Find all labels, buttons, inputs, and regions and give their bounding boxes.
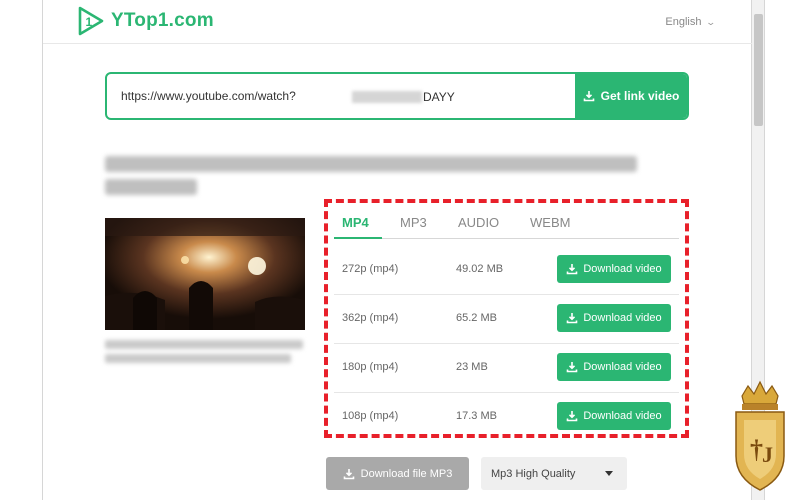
site-name: YTop1.com	[111, 10, 214, 31]
crown-badge-icon: † J	[735, 380, 785, 491]
format-size: 17.3 MB	[456, 410, 497, 422]
tab-webm[interactable]: WEBM	[530, 215, 570, 230]
concert-hall-thumbnail	[105, 218, 305, 330]
download-video-label: Download video	[583, 263, 662, 275]
format-quality: 362p (mp4)	[342, 312, 399, 324]
format-size: 23 MB	[456, 361, 488, 373]
url-input[interactable]	[107, 74, 575, 118]
site-logo[interactable]: 1 YTop1.com	[77, 6, 214, 36]
url-redacted-blur	[352, 91, 422, 103]
download-video-button[interactable]: Download video	[557, 353, 671, 381]
format-quality: 180p (mp4)	[342, 361, 399, 373]
download-icon	[567, 362, 578, 373]
browser-page: 1 YTop1.com English ⌄ DAYY Get link vide…	[42, 0, 753, 500]
caret-down-icon	[605, 471, 613, 476]
active-tab-indicator	[334, 237, 382, 239]
video-title-blurred-line2	[105, 179, 197, 195]
format-size: 65.2 MB	[456, 312, 497, 324]
mp3-quality-select[interactable]: Mp3 High Quality	[481, 457, 627, 490]
download-mp3-label: Download file MP3	[360, 467, 453, 480]
download-video-label: Download video	[583, 361, 662, 373]
scrollbar-thumb[interactable]	[754, 14, 763, 126]
download-icon	[583, 91, 594, 102]
tab-mp3[interactable]: MP3	[400, 215, 427, 230]
download-video-button[interactable]: Download video	[557, 304, 671, 332]
format-row: 108p (mp4) 17.3 MB Download video	[334, 393, 679, 442]
download-video-label: Download video	[583, 312, 662, 324]
format-quality: 108p (mp4)	[342, 410, 399, 422]
get-link-button[interactable]: Get link video	[575, 74, 687, 118]
tab-audio[interactable]: AUDIO	[458, 215, 499, 230]
url-search-bar: DAYY Get link video	[105, 72, 689, 120]
site-header: 1 YTop1.com English ⌄	[43, 0, 753, 44]
tab-mp4[interactable]: MP4	[342, 215, 369, 230]
video-description-blurred	[105, 340, 303, 349]
video-description-blurred-line2	[105, 354, 291, 363]
video-thumbnail[interactable]	[105, 218, 305, 330]
svg-text:J: J	[762, 442, 773, 467]
download-mp3-button[interactable]: Download file MP3	[326, 457, 469, 490]
play-logo-icon: 1	[78, 6, 104, 36]
format-row: 272p (mp4) 49.02 MB Download video	[334, 246, 679, 295]
get-link-label: Get link video	[600, 89, 680, 103]
download-icon	[567, 411, 578, 422]
chevron-down-icon: ⌄	[705, 16, 717, 27]
language-label: English	[665, 16, 702, 28]
video-title-blurred	[105, 156, 637, 172]
download-video-label: Download video	[583, 410, 662, 422]
format-row: 362p (mp4) 65.2 MB Download video	[334, 295, 679, 344]
download-video-button[interactable]: Download video	[557, 255, 671, 283]
svg-text:1: 1	[86, 15, 93, 29]
mp3-quality-value: Mp3 High Quality	[491, 467, 576, 480]
format-row: 180p (mp4) 23 MB Download video	[334, 344, 679, 393]
format-size: 49.02 MB	[456, 263, 504, 275]
format-tabs: MP4 MP3 AUDIO WEBM	[334, 210, 679, 239]
download-icon	[567, 313, 578, 324]
download-icon	[343, 468, 354, 479]
language-selector[interactable]: English ⌄	[665, 16, 717, 28]
url-suffix: DAYY	[423, 90, 455, 104]
download-video-button[interactable]: Download video	[557, 402, 671, 430]
format-quality: 272p (mp4)	[342, 263, 399, 275]
download-icon	[567, 264, 578, 275]
